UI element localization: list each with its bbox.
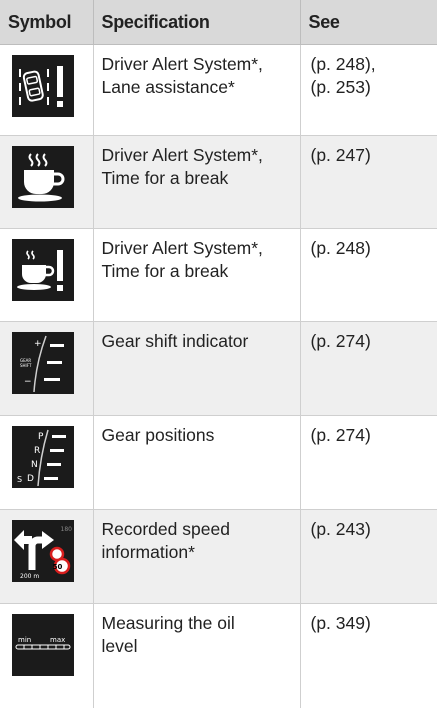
page-reference: (p. 248), [310, 54, 376, 74]
table-row: Driver Alert System*, Lane assistance* (… [0, 44, 437, 136]
speed-limit-value: 50 [53, 563, 63, 571]
gear-minus-label: − [24, 377, 32, 387]
page-reference: (p. 243) [310, 519, 371, 539]
coffee-cup-break-icon [12, 146, 74, 208]
page-reference: (p. 274) [310, 425, 371, 445]
page-reference: (p. 274) [310, 331, 371, 351]
gear-s-label: S [17, 475, 22, 484]
spec-line: Lane assistance* [101, 77, 235, 97]
table-row: min max Measuring the oil level (p. 349) [0, 603, 437, 708]
speed-information-icon: 50 180 200 m [12, 520, 74, 582]
symbol-table: Symbol Specification See Driver Alert Sy… [0, 0, 437, 708]
spec-line: Gear shift indicator [101, 331, 249, 351]
gear-shift-label: SHIFT [20, 363, 32, 368]
table-row: Driver Alert System*, Time for a break (… [0, 135, 437, 229]
lane-departure-warning-icon [12, 55, 74, 117]
page-reference: (p. 349) [310, 613, 371, 633]
gear-shift-indicator-icon: + GEAR SHIFT − [12, 332, 74, 394]
oil-max-label: max [50, 636, 65, 644]
spec-line: Recorded speed [101, 519, 230, 539]
coffee-cup-warning-icon [12, 239, 74, 301]
gear-positions-icon: P R N D S [12, 426, 74, 488]
spec-line: level [101, 636, 138, 656]
header-see: See [300, 0, 437, 45]
spec-line: information* [101, 542, 195, 562]
spec-line: Driver Alert System*, [101, 54, 263, 74]
gear-plus-label: + [34, 339, 42, 349]
table-row: P R N D S Gear positions (p. 274) [0, 415, 437, 510]
spec-line: Measuring the oil [101, 613, 235, 633]
speedometer-value: 180 [61, 526, 73, 533]
oil-level-gauge-icon: min max [12, 614, 74, 676]
spec-line: Driver Alert System*, [101, 238, 263, 258]
spec-line: Gear positions [101, 425, 215, 445]
header-symbol: Symbol [0, 0, 94, 45]
table-row: Driver Alert System*, Time for a break (… [0, 228, 437, 322]
table-header-row: Symbol Specification See [0, 0, 437, 45]
gear-n-label: N [31, 460, 38, 470]
gear-r-label: R [34, 446, 40, 456]
table-row: 50 180 200 m Recorded speed information*… [0, 509, 437, 604]
page-reference: (p. 253) [310, 77, 371, 97]
page-reference: (p. 248) [310, 238, 371, 258]
page-reference: (p. 247) [310, 145, 371, 165]
table-row: + GEAR SHIFT − Gear shift indicator (p. … [0, 321, 437, 416]
oil-min-label: min [18, 636, 31, 644]
spec-line: Time for a break [101, 168, 229, 188]
gear-d-label: D [27, 474, 34, 484]
distance-label: 200 m [20, 573, 39, 580]
spec-line: Driver Alert System*, [101, 145, 263, 165]
gear-p-label: P [38, 432, 44, 442]
spec-line: Time for a break [101, 261, 229, 281]
header-specification: Specification [93, 0, 301, 45]
